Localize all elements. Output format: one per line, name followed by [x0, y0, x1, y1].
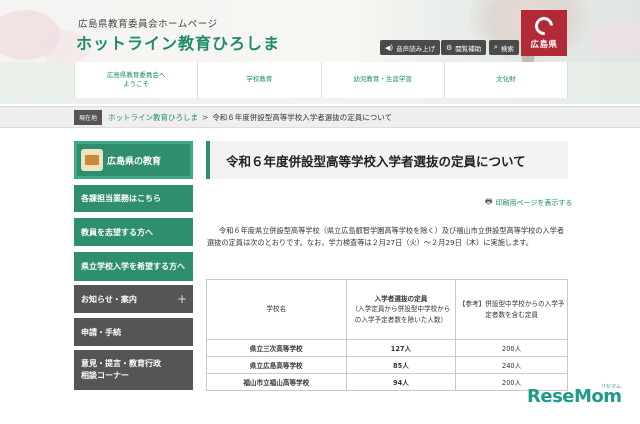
sidebar-item-label: 教員を志望する方へ — [81, 227, 153, 237]
quota-value: 127人 — [345, 339, 457, 357]
expand-plus-icon[interactable]: + — [177, 292, 187, 306]
nav-label: 広島県教育委員会へ — [106, 70, 166, 79]
site-subtitle: 広島県教育委員会ホームページ — [78, 19, 218, 30]
sidebar-item-prefectural-admission[interactable]: 県立学校入学を希望する方へ — [74, 252, 193, 281]
sidebar-item-label: 相談コーナー — [81, 371, 129, 380]
page-title: 令和６年度併設型高等学校入学者選抜の定員について — [206, 141, 568, 179]
sidebar-item-label: 申請・手続 — [81, 327, 121, 337]
nav-item-welcome[interactable]: 広島県教育委員会へ ようこそ — [75, 62, 199, 98]
header-school: 学校名 — [206, 279, 347, 340]
nav-label: ようこそ — [123, 80, 150, 88]
table-row: 福山市立福山高等学校 94人 200人 — [206, 373, 568, 391]
tool-label: 閲覧補助 — [455, 44, 482, 53]
print-page-link[interactable]: 🖶 印刷用ページを表示する — [485, 196, 572, 210]
nav-item-school-education[interactable]: 学校教育 — [198, 62, 322, 98]
print-label: 印刷用ページを表示する — [495, 199, 573, 207]
global-nav: 広島県教育委員会へ ようこそ 学校教育 幼児教育・生涯学習 文化財 — [74, 62, 568, 98]
tool-label: 音声読み上げ — [396, 44, 436, 53]
nav-label: 文化財 — [496, 75, 516, 84]
school-name: 県立広島高等学校 — [206, 356, 347, 374]
text-to-speech-button[interactable]: ◀) 音声読み上げ — [380, 40, 441, 55]
sidebar-item-label: お知らせ・案内 — [81, 294, 137, 304]
school-name: 福山市立福山高等学校 — [206, 373, 347, 391]
pref-emblem-icon — [531, 12, 557, 39]
sidebar-item-news[interactable]: お知らせ・案内 + — [74, 285, 193, 313]
quota-value: 85人 — [345, 356, 457, 374]
site-title-link[interactable]: ホットライン教育ひろしま — [76, 30, 280, 54]
breadcrumb-current: 令和６年度併設型高等学校入学者選抜の定員について — [212, 112, 393, 122]
sidebar-item-label: 県立学校入学を希望する方へ — [81, 262, 185, 271]
header-quota: 入学者選抜の定員 （入学定員から併設型中学校からの入学予定者数を除いた人数） — [345, 279, 457, 340]
reference-value: 240人 — [455, 356, 568, 374]
gear-icon: ⚙ — [446, 43, 453, 52]
search-icon: ⌕ — [494, 43, 498, 51]
sidebar-item-opinions[interactable]: 意見・提言・教育行政 相談コーナー — [74, 350, 193, 390]
sidebar-item-label: 意見・提言・教育行政 — [81, 359, 161, 368]
quota-table: 学校名 入学者選抜の定員 （入学定員から併設型中学校からの入学予定者数を除いた人… — [206, 279, 568, 391]
sidebar-item-departments[interactable]: 各課担当業務はこちら — [74, 185, 193, 212]
sidebar-banner-hiroshima-education[interactable]: 広島県の教育 — [74, 141, 193, 179]
school-building-icon — [81, 149, 103, 171]
table-row: 県立広島高等学校 85人 240人 — [206, 356, 568, 374]
breadcrumb: 現在地 ホットライン教育ひろしま > 令和６年度併設型高等学校入学者選抜の定員に… — [0, 106, 640, 128]
hiroshima-pref-logo[interactable]: 広島県 — [521, 10, 567, 56]
breadcrumb-tag: 現在地 — [74, 109, 103, 125]
sidebar-item-teacher-applicants[interactable]: 教員を志望する方へ — [74, 218, 193, 246]
header-reference: 【参考】併設型中学校からの入学予定者数を含む定員 — [455, 279, 568, 340]
quota-value: 94人 — [345, 373, 457, 391]
breadcrumb-separator: > — [202, 112, 209, 122]
breadcrumb-home-link[interactable]: ホットライン教育ひろしま — [108, 112, 198, 123]
header-quota-sub: （入学定員から併設型中学校からの入学予定者数を除いた人数） — [351, 305, 451, 324]
site-header: 広島県教育委員会ホームページ ホットライン教育ひろしま ◀) 音声読み上げ ⚙ … — [0, 0, 640, 62]
pref-name: 広島県 — [530, 39, 558, 50]
body-paragraph: 令和６年度県立併設型高等学校（県立広島叡智学園高等学校を除く）及び福山市立併設型… — [207, 226, 565, 247]
nav-item-early-childhood-lifelong[interactable]: 幼児教育・生涯学習 — [322, 62, 445, 98]
printer-icon: 🖶 — [485, 197, 493, 206]
sidebar-item-applications[interactable]: 申請・手続 — [74, 318, 193, 346]
reference-value: 200人 — [455, 339, 568, 357]
nav-label: 幼児教育・生涯学習 — [353, 75, 412, 84]
table-header-row: 学校名 入学者選抜の定員 （入学定員から併設型中学校からの入学予定者数を除いた人… — [206, 279, 568, 340]
cherry-blossom-decoration — [590, 18, 640, 58]
speaker-icon: ◀) — [385, 43, 394, 52]
sidebar-item-label: 各課担当業務はこちら — [81, 194, 161, 203]
search-button[interactable]: ⌕ 検索 — [489, 40, 519, 55]
table-row: 県立三次高等学校 127人 200人 — [206, 339, 568, 357]
tool-label: 検索 — [500, 44, 514, 53]
nav-label: 学校教育 — [246, 75, 273, 84]
school-name: 県立三次高等学校 — [206, 339, 347, 357]
header-quota-title: 入学者選抜の定員 — [374, 295, 428, 304]
accessibility-assist-button[interactable]: ⚙ 閲覧補助 — [441, 40, 487, 55]
resemom-watermark: ReseMom — [527, 386, 622, 407]
sidebar-banner-label: 広島県の教育 — [107, 156, 162, 167]
nav-item-cultural-property[interactable]: 文化財 — [445, 62, 568, 98]
